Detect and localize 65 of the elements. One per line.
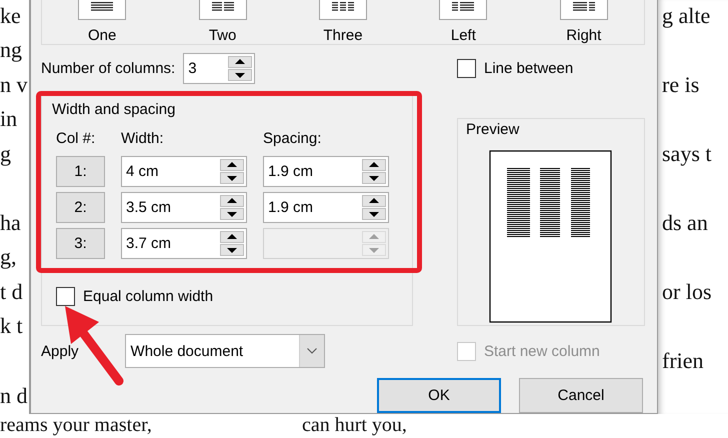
document-text: t d bbox=[0, 278, 24, 306]
document-text: ng bbox=[0, 36, 23, 64]
checkbox-label: Start new column bbox=[484, 342, 600, 360]
preset-label[interactable]: Right bbox=[566, 27, 602, 44]
document-text: g alte bbox=[662, 2, 712, 30]
spin-down-button[interactable] bbox=[228, 69, 252, 81]
column-number-button[interactable]: 2: bbox=[56, 192, 105, 223]
dialog-button[interactable]: Cancel bbox=[519, 378, 643, 413]
checkbox[interactable] bbox=[457, 59, 476, 78]
columns-field[interactable]: 3 bbox=[183, 53, 256, 84]
left-column-icon[interactable] bbox=[439, 0, 488, 20]
document-text: ke bbox=[0, 2, 22, 30]
field-label: Number of columns: bbox=[41, 60, 176, 77]
spin-up-button[interactable] bbox=[362, 195, 386, 207]
spin-up-button[interactable] bbox=[220, 231, 244, 243]
group-title: Preview bbox=[466, 121, 520, 138]
document-text: ha bbox=[0, 209, 22, 238]
spin-up-button[interactable] bbox=[228, 56, 252, 68]
document-text: n v bbox=[0, 70, 28, 99]
spin-down-button[interactable] bbox=[220, 244, 244, 256]
column-header: Spacing: bbox=[263, 130, 322, 149]
two-column-icon[interactable] bbox=[198, 0, 247, 20]
spin-up-button[interactable] bbox=[220, 159, 244, 171]
document-text: k t bbox=[0, 312, 24, 340]
spin-down-button[interactable] bbox=[362, 208, 386, 220]
one-column-icon[interactable] bbox=[78, 0, 126, 20]
checkbox-label: Line between bbox=[484, 60, 574, 77]
document-text: ds an bbox=[662, 209, 709, 237]
spin-up-button[interactable] bbox=[362, 159, 386, 171]
field-label: Apply bbox=[41, 342, 79, 360]
document-text: g, bbox=[0, 243, 18, 272]
width-field[interactable]: 3.7 cm bbox=[121, 228, 247, 259]
chevron-down-icon bbox=[306, 348, 317, 354]
three-column-icon[interactable] bbox=[318, 0, 367, 20]
spacing-field[interactable]: 1.9 cm bbox=[263, 156, 389, 187]
preset-label[interactable]: One bbox=[88, 27, 116, 44]
document-text: g bbox=[0, 140, 12, 168]
spacing-field[interactable]: 1.9 cm bbox=[263, 192, 389, 223]
preset-label[interactable]: Three bbox=[323, 27, 363, 44]
document-text: can hurt you, bbox=[302, 414, 407, 438]
document-text: reams your master, bbox=[0, 414, 152, 438]
width-field[interactable]: 3.5 cm bbox=[121, 192, 247, 223]
right-column-icon[interactable] bbox=[560, 0, 608, 20]
document-text: frien bbox=[662, 347, 705, 375]
preset-label[interactable]: Left bbox=[450, 27, 476, 44]
preset-label[interactable]: Two bbox=[208, 27, 236, 44]
width-field[interactable]: 4 cm bbox=[121, 156, 247, 187]
checkbox-label: Equal column width bbox=[83, 288, 214, 305]
checkbox[interactable] bbox=[56, 287, 75, 306]
dialog-button[interactable]: OK bbox=[377, 378, 501, 413]
spin-down-button[interactable] bbox=[362, 172, 386, 184]
column-header: Col #: bbox=[56, 130, 96, 149]
spin-down-button[interactable] bbox=[220, 172, 244, 184]
column-number-button[interactable]: 3: bbox=[56, 228, 105, 259]
document-text: re is bbox=[662, 71, 700, 99]
document-text: in bbox=[0, 105, 18, 134]
document-text: says t bbox=[662, 140, 712, 168]
group-title: Width and spacing bbox=[52, 101, 176, 118]
spin-up-button[interactable] bbox=[220, 195, 244, 207]
column-header: Width: bbox=[121, 130, 165, 149]
spin-down-button[interactable] bbox=[220, 208, 244, 220]
document-text: or los bbox=[662, 278, 712, 306]
column-number-button[interactable]: 1: bbox=[56, 156, 105, 187]
document-text: n d bbox=[0, 382, 28, 410]
apply-to-dropdown[interactable]: Whole document bbox=[124, 334, 325, 368]
